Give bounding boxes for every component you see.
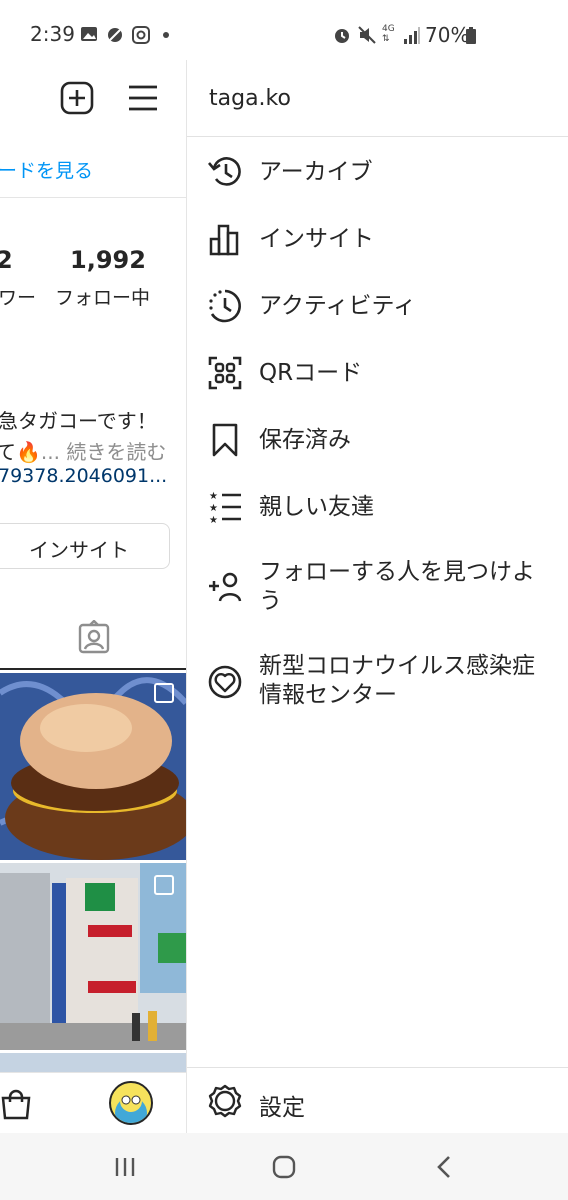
drawer-username: taga.ko xyxy=(209,86,291,111)
system-nav-bar xyxy=(0,1133,568,1200)
dot-icon xyxy=(163,32,169,38)
settings-label: 設定 xyxy=(259,1095,305,1121)
followers-count[interactable]: 2 xyxy=(0,246,13,274)
recent-apps-icon[interactable] xyxy=(113,1155,137,1183)
menu-item-label: QRコード xyxy=(259,360,363,386)
menu-item-covid-info[interactable]: 新型コロナウイルス感染症情報センター xyxy=(187,650,568,714)
mute-icon xyxy=(357,25,377,49)
insights-icon xyxy=(207,221,243,257)
bio-more-link[interactable]: ... 続きを読む xyxy=(41,440,166,464)
menu-item-label: 新型コロナウイルス感染症情報センター xyxy=(259,653,535,708)
bio-line-2: て🔥 xyxy=(0,440,41,464)
menu-item-close-friends[interactable]: ★ ★ ★ 親しい友達 xyxy=(187,487,568,527)
drawer-divider xyxy=(187,136,568,137)
instagram-icon xyxy=(132,26,150,48)
settings-icon xyxy=(207,1083,243,1123)
menu-item-label: 親しい友達 xyxy=(259,494,374,520)
profile-panel: ードを見る 2 ワー 1,992 フォロー中 急タガコーです！ て🔥... 続き… xyxy=(0,60,187,1133)
svg-text:★: ★ xyxy=(209,515,218,525)
feed-link[interactable]: ードを見る xyxy=(0,156,93,183)
multi-photo-icon xyxy=(154,683,174,703)
gallery-icon xyxy=(80,26,98,46)
battery-icon xyxy=(466,27,476,48)
home-icon[interactable] xyxy=(272,1154,296,1184)
back-icon[interactable] xyxy=(434,1154,454,1184)
signal-icon xyxy=(403,25,421,49)
menu-item-qr-code[interactable]: QRコード xyxy=(187,353,568,393)
menu-item-saved[interactable]: 保存済み xyxy=(187,420,568,460)
bio-line-1: 急タガコーです！ xyxy=(0,409,157,433)
svg-text:★: ★ xyxy=(209,503,218,514)
covid-info-icon xyxy=(207,664,243,700)
avatar[interactable] xyxy=(109,1081,153,1125)
menu-item-archive[interactable]: アーカイブ xyxy=(187,152,568,192)
battery-percent: 70% xyxy=(425,23,470,47)
new-post-icon[interactable] xyxy=(59,80,95,120)
archive-icon xyxy=(207,154,243,190)
post-thumbnail-partial[interactable] xyxy=(0,1053,186,1073)
insight-button-label: インサイト xyxy=(29,538,129,562)
following-count[interactable]: 1,992 xyxy=(70,246,146,274)
saved-icon xyxy=(207,422,243,458)
weather-icon xyxy=(106,26,124,48)
qr-code-icon xyxy=(207,355,243,391)
post-thumbnail-street[interactable] xyxy=(0,863,186,1050)
side-drawer: taga.ko アーカイブ インサイト アクティビティ QRコード 保存済み ★… xyxy=(187,60,568,1133)
followers-label[interactable]: ワー xyxy=(0,283,36,310)
menu-item-label: アーカイブ xyxy=(259,159,373,185)
activity-icon xyxy=(207,288,243,324)
close-friends-icon: ★ ★ ★ xyxy=(207,489,243,526)
bottom-tab-bar xyxy=(0,1072,186,1133)
shopping-bag-icon[interactable] xyxy=(0,1089,32,1125)
tagged-icon[interactable] xyxy=(78,619,110,658)
multi-photo-icon xyxy=(154,875,174,895)
svg-text:★: ★ xyxy=(209,491,218,502)
network-4g-icon: 4G ⇅ xyxy=(382,24,395,44)
menu-item-insights[interactable]: インサイト xyxy=(187,219,568,259)
discover-people-icon xyxy=(207,568,243,604)
menu-item-label: 保存済み xyxy=(259,427,351,453)
status-time: 2:39 xyxy=(30,22,75,46)
menu-item-settings[interactable]: 設定 xyxy=(187,1067,568,1134)
bio-url-link[interactable]: 79378.2046091... xyxy=(0,465,167,487)
menu-item-label: アクティビティ xyxy=(259,293,417,319)
menu-icon[interactable] xyxy=(126,82,160,118)
insight-button[interactable]: インサイト xyxy=(0,523,170,569)
menu-item-label: フォローする人を見つけよう xyxy=(259,559,535,614)
menu-item-activity[interactable]: アクティビティ xyxy=(187,286,568,326)
alarm-icon xyxy=(332,25,352,49)
post-thumbnail-burger[interactable] xyxy=(0,673,186,860)
menu-item-discover-people[interactable]: フォローする人を見つけよう xyxy=(187,556,568,620)
menu-item-label: インサイト xyxy=(259,226,374,252)
following-label[interactable]: フォロー中 xyxy=(55,283,150,310)
